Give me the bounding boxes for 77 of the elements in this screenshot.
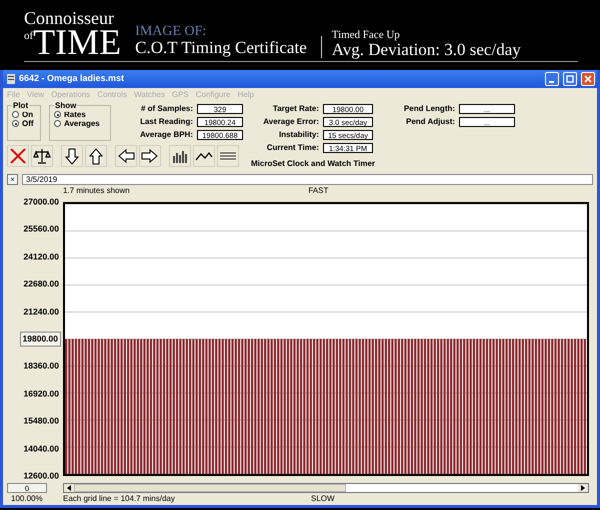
field-label: Pend Length:	[402, 103, 456, 115]
axis-label: 22680.00	[24, 278, 59, 291]
scroll-thumb[interactable]	[74, 484, 346, 492]
axis-label: 12600.00	[24, 470, 59, 482]
radio-label: Averages	[64, 119, 100, 128]
slow-label: SLOW	[311, 493, 335, 503]
arrow-left-icon	[116, 146, 136, 166]
arrow-up-icon	[86, 146, 106, 166]
menu-item[interactable]: Controls	[97, 89, 128, 99]
logo-text: of	[24, 31, 34, 42]
radio-label: Rates	[64, 110, 86, 119]
arrow-down-icon	[62, 146, 82, 166]
radio-button[interactable]	[12, 120, 19, 127]
axis-label: 25560.00	[24, 223, 59, 236]
span-note: 1.7 minutes shown	[63, 185, 130, 196]
scrollbar[interactable]	[63, 482, 589, 492]
close-icon	[8, 146, 28, 166]
axis-label: 16920.00	[24, 387, 59, 400]
arrow-right-icon	[140, 146, 160, 166]
field-label: Pend Adjust:	[404, 116, 456, 128]
grid-note: Each grid line = 104.7 mins/day	[63, 493, 176, 503]
menu-item[interactable]: File	[7, 89, 20, 99]
scroll-right-icon[interactable]	[581, 484, 585, 490]
toolbar-button[interactable]	[169, 145, 191, 167]
toolbar-button[interactable]	[31, 145, 53, 167]
axis-label: 18360.00	[24, 360, 59, 373]
banner-subtitle: Timed Face Up	[332, 30, 401, 41]
toolbar-button[interactable]	[115, 145, 137, 167]
app-icon	[7, 74, 15, 84]
field-label: Average Error:	[262, 116, 319, 128]
logo-text: TIME	[33, 27, 122, 58]
close-icon	[584, 75, 592, 84]
app-name: MicroSet Clock and Watch Timer	[251, 158, 376, 170]
minimize-button[interactable]	[545, 72, 559, 86]
axis-label: 24120.00	[24, 250, 59, 264]
banner-kicker: IMAGE OF:	[135, 24, 208, 40]
toolbar-button[interactable]	[61, 145, 83, 167]
menu-item[interactable]: Operations	[51, 89, 90, 99]
menu-item[interactable]: GPS	[172, 89, 189, 99]
logo-text: Connoisseur	[24, 9, 115, 28]
clear-button[interactable]: ×	[7, 174, 18, 185]
radio-label: Off	[22, 119, 34, 128]
scale-icon	[32, 146, 52, 166]
axis-label: 19800.00	[20, 332, 61, 346]
group-title: Show	[54, 100, 78, 112]
scroll-left-icon[interactable]	[67, 484, 71, 490]
menu-item[interactable]: View	[26, 89, 44, 99]
toolbar-button[interactable]	[85, 145, 107, 167]
field-label: # of Samples:	[140, 103, 193, 115]
toolbar-button[interactable]	[217, 145, 239, 167]
toolbar-button[interactable]	[193, 145, 215, 167]
field-label: Last Reading:	[139, 116, 193, 128]
radio-button[interactable]	[54, 120, 61, 127]
radio-button[interactable]	[54, 111, 61, 118]
fast-label: FAST	[308, 185, 328, 196]
maximize-icon	[566, 75, 574, 84]
group-title: Plot	[12, 100, 30, 112]
zoom-label: 100.00%	[10, 493, 44, 503]
window-title: 6642 - Omega ladies.mst	[19, 72, 126, 86]
close-button[interactable]	[581, 72, 595, 86]
banner-title: C.O.T Timing Certificate	[135, 39, 307, 58]
axis-label: 15480.00	[24, 414, 59, 428]
field-label: Current Time:	[266, 142, 319, 154]
axis-label: 14040.00	[24, 442, 59, 455]
field-label: Instability:	[278, 129, 319, 141]
menu-item[interactable]: Configure	[196, 89, 230, 99]
axis-label: 27000.00	[24, 196, 59, 208]
toolbar-button[interactable]	[139, 145, 161, 167]
banner-deviation: Avg. Deviation: 3.0 sec/day	[332, 41, 521, 58]
maximize-button[interactable]	[563, 72, 577, 86]
axis-label: 21240.00	[24, 305, 59, 318]
menu-item[interactable]: Watches	[134, 89, 165, 99]
radio-button[interactable]	[12, 111, 19, 118]
field-label: Target Rate:	[272, 103, 319, 115]
menu-item[interactable]: Help	[237, 89, 254, 99]
field-label: Average BPH:	[138, 129, 193, 141]
date-field[interactable]: 3/5/2019	[22, 174, 593, 185]
